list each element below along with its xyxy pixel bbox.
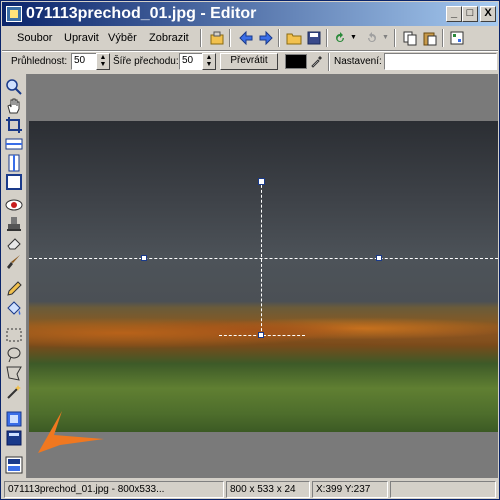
autumn-trees bbox=[29, 306, 498, 351]
settings-label: Nastavení: bbox=[334, 56, 382, 67]
gradient-handle-top[interactable] bbox=[258, 178, 265, 185]
toolbar-separator bbox=[229, 29, 231, 47]
pointer-arrow-icon bbox=[38, 411, 104, 453]
photo-image bbox=[29, 121, 498, 432]
gradient-vertical-guide[interactable] bbox=[261, 180, 262, 336]
menu-soubor-label: Soubor bbox=[17, 32, 53, 44]
editor-window: 071113prechod_01.jpg - Editor _ □ X Soub… bbox=[0, 0, 500, 500]
redo-dropdown-icon[interactable]: ▼ bbox=[382, 30, 390, 46]
title-bar[interactable]: 071113prechod_01.jpg - Editor _ □ X bbox=[2, 2, 498, 26]
color-swatch[interactable] bbox=[285, 54, 307, 69]
undo-arrow-icon[interactable] bbox=[238, 30, 254, 46]
brush-icon[interactable] bbox=[5, 253, 23, 271]
free-gradient-icon[interactable] bbox=[5, 173, 23, 191]
select-icon[interactable] bbox=[209, 30, 225, 46]
horizontal-gradient-icon[interactable] bbox=[5, 135, 23, 153]
options-separator bbox=[328, 53, 330, 71]
fill-icon[interactable] bbox=[5, 299, 23, 317]
gradient-horizontal-guide[interactable] bbox=[29, 258, 498, 259]
lasso-icon[interactable] bbox=[5, 345, 23, 363]
panel-icon[interactable] bbox=[5, 429, 23, 447]
invert-button[interactable]: Převrátit bbox=[220, 53, 278, 70]
layers-icon[interactable] bbox=[5, 410, 23, 428]
status-dimensions: 800 x 533 x 24 bbox=[226, 481, 310, 498]
rotate-dropdown-icon[interactable]: ▼ bbox=[350, 30, 358, 46]
window-title: 071113prechod_01.jpg - Editor bbox=[26, 5, 257, 22]
opacity-label: Průhlednost: bbox=[11, 56, 68, 67]
menu-soubor[interactable]: Soubor bbox=[17, 31, 52, 45]
menu-upravit[interactable]: Upravit bbox=[64, 31, 99, 45]
rect-select-icon[interactable] bbox=[5, 326, 23, 344]
gradient-handle-bottom[interactable] bbox=[258, 332, 264, 338]
clone-stamp-icon[interactable] bbox=[5, 215, 23, 233]
gradient-handle-left[interactable] bbox=[141, 255, 147, 261]
settings-field[interactable] bbox=[384, 53, 497, 70]
magic-wand-icon[interactable] bbox=[5, 383, 23, 401]
crop-icon[interactable] bbox=[5, 116, 23, 134]
gradient-width-field[interactable]: 50 bbox=[179, 53, 203, 70]
opacity-spinner[interactable]: ▲ ▼ bbox=[96, 53, 110, 70]
minimize-button[interactable]: _ bbox=[446, 6, 462, 22]
menu-vyber-label: Výběr bbox=[108, 32, 137, 44]
status-bar: 071113prechod_01.jpg - 800x533... 800 x … bbox=[2, 480, 498, 499]
gradient-handle-right[interactable] bbox=[376, 255, 382, 261]
close-button[interactable]: X bbox=[480, 6, 496, 22]
poly-select-icon[interactable] bbox=[5, 364, 23, 382]
menu-zobrazit-label: Zobrazit bbox=[149, 32, 189, 44]
menu-vyber[interactable]: Výběr bbox=[108, 31, 137, 45]
hand-icon[interactable] bbox=[5, 97, 23, 115]
app-icon[interactable] bbox=[6, 6, 22, 22]
toolbar-separator bbox=[326, 29, 328, 47]
redo-arrow-icon[interactable] bbox=[258, 30, 274, 46]
options-bar: Průhlednost: 50 ▲ ▼ Šíře přechodu: 50 ▲ ▼ … bbox=[2, 51, 498, 73]
menu-upravit-label: Upravit bbox=[64, 32, 99, 44]
status-filename: 071113prechod_01.jpg - 800x533... bbox=[4, 481, 224, 498]
save-icon[interactable] bbox=[306, 30, 322, 46]
open-folder-icon[interactable] bbox=[286, 30, 302, 46]
menu-toolbar: Soubor Upravit Výběr Zobrazit ▼ ▼ bbox=[2, 26, 498, 51]
pencil-icon[interactable] bbox=[5, 280, 23, 298]
opacity-field[interactable]: 50 bbox=[71, 53, 97, 70]
status-empty bbox=[390, 481, 496, 498]
red-eye-icon[interactable] bbox=[5, 196, 23, 214]
gradient-width-spinner[interactable]: ▲ ▼ bbox=[202, 53, 216, 70]
maximize-button[interactable]: □ bbox=[462, 6, 478, 22]
menu-zobrazit[interactable]: Zobrazit bbox=[149, 31, 189, 45]
eraser-icon[interactable] bbox=[5, 234, 23, 252]
copy-icon[interactable] bbox=[402, 30, 418, 46]
vertical-gradient-icon[interactable] bbox=[5, 154, 23, 172]
paste-icon[interactable] bbox=[422, 30, 438, 46]
toolbar-separator bbox=[278, 29, 280, 47]
settings-icon[interactable] bbox=[449, 30, 465, 46]
toolbar-separator bbox=[442, 29, 444, 47]
zoom-icon[interactable] bbox=[5, 78, 23, 96]
image-props-icon[interactable] bbox=[5, 456, 23, 474]
eyedropper-icon[interactable] bbox=[309, 54, 324, 69]
toolbar-separator bbox=[394, 29, 396, 47]
gradient-width-label: Šíře přechodu: bbox=[113, 56, 179, 67]
tool-palette bbox=[2, 74, 27, 478]
rotate-icon[interactable] bbox=[332, 30, 348, 46]
toolbar-separator bbox=[200, 29, 202, 47]
redo-icon[interactable] bbox=[364, 30, 380, 46]
status-coordinates: X:399 Y:237 bbox=[312, 481, 388, 498]
